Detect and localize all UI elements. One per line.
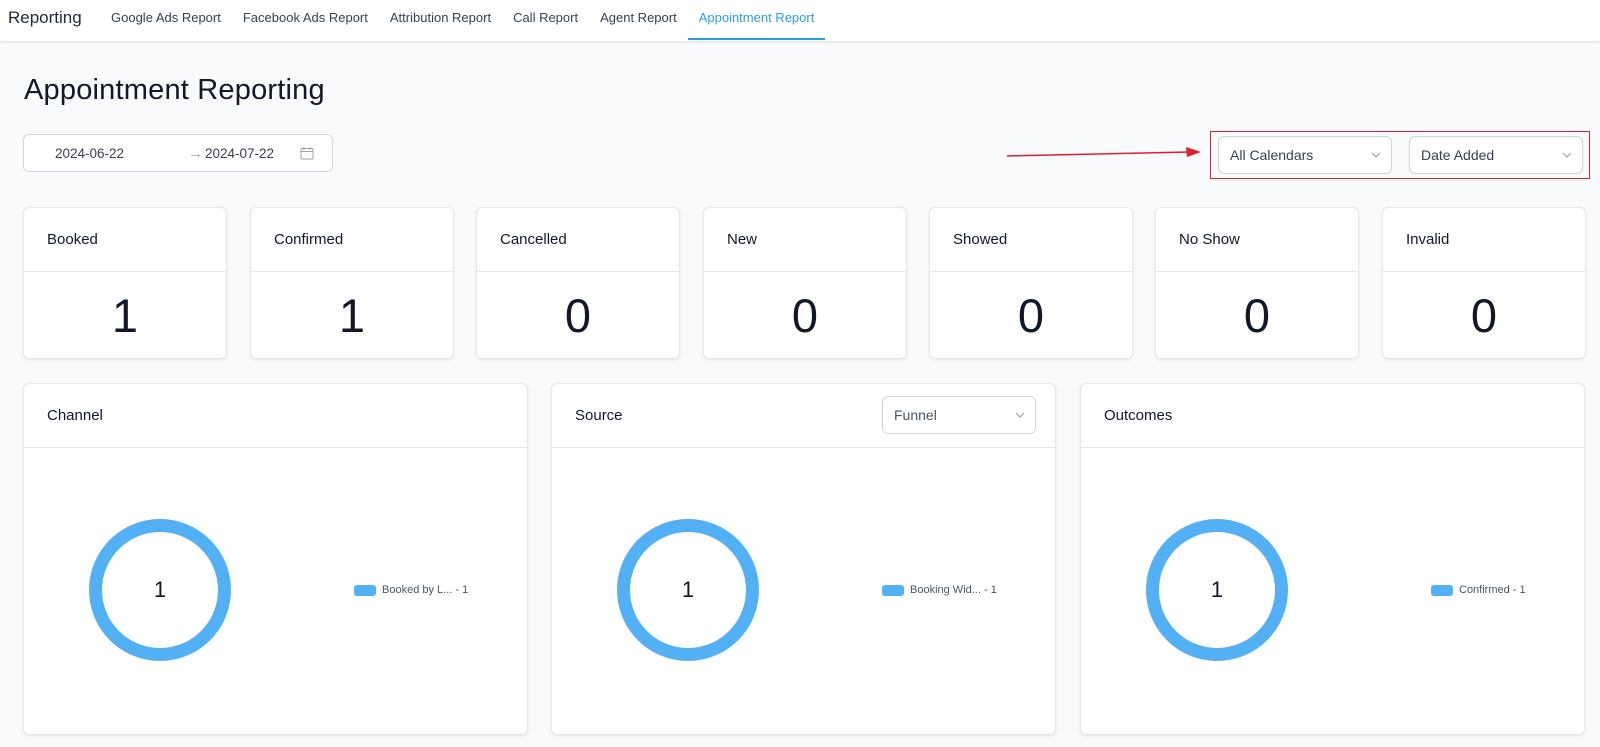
legend-item[interactable]: Booked by L... - 1 (354, 584, 468, 596)
stat-card-new: New 0 (703, 207, 907, 359)
date-type-select[interactable]: Date Added (1409, 136, 1583, 174)
chevron-down-icon (1371, 152, 1381, 158)
divider (930, 271, 1132, 272)
date-end[interactable]: 2024-07-22 (205, 146, 274, 161)
stat-card-showed: Showed 0 (929, 207, 1133, 359)
donut-center-value: 1 (682, 577, 694, 602)
stat-card-cancelled: Cancelled 0 (476, 207, 680, 359)
stat-value: 1 (338, 289, 366, 342)
tab-google-ads-report[interactable]: Google Ads Report (100, 0, 232, 40)
divider (24, 271, 226, 272)
chevron-down-icon (1562, 152, 1572, 158)
legend-label: Booking Wid... - 1 (910, 584, 997, 596)
stat-card-invalid: Invalid 0 (1382, 207, 1586, 359)
legend-label: Confirmed - 1 (1459, 584, 1526, 596)
divider (1081, 447, 1584, 448)
stat-label: Cancelled (500, 231, 567, 248)
calendar-icon (300, 147, 314, 160)
divider (251, 271, 453, 272)
donut-chart-source: 1 (617, 519, 759, 661)
legend-swatch (354, 584, 376, 596)
tab-attribution-report[interactable]: Attribution Report (379, 0, 502, 40)
chevron-down-icon (1015, 412, 1025, 418)
panel-title: Outcomes (1104, 407, 1173, 424)
stat-label: Booked (47, 231, 98, 248)
legend-swatch (1431, 584, 1453, 596)
calendar-select[interactable]: All Calendars (1218, 136, 1392, 174)
stat-value: 0 (564, 289, 592, 342)
source-type-select[interactable]: Funnel (882, 396, 1036, 434)
stat-label: Confirmed (274, 231, 344, 248)
panel-source: Source Funnel 1 Booking Wid... - 1 (551, 383, 1056, 735)
calendar-select-value: All Calendars (1230, 147, 1314, 163)
stat-label: No Show (1179, 231, 1240, 248)
date-start[interactable]: 2024-06-22 (55, 146, 124, 161)
stat-card-booked: Booked 1 (23, 207, 227, 359)
legend-label: Booked by L... - 1 (382, 584, 469, 596)
panel-title: Source (575, 407, 623, 424)
stat-card-confirmed: Confirmed 1 (250, 207, 454, 359)
arrow-right-icon: → (188, 145, 203, 162)
donut-center-value: 1 (154, 577, 166, 602)
tab-facebook-ads-report[interactable]: Facebook Ads Report (232, 0, 379, 40)
stat-label: Invalid (1406, 231, 1450, 248)
stat-label: New (727, 231, 758, 248)
stat-card-no-show: No Show 0 (1155, 207, 1359, 359)
report-tabs: Google Ads Report Facebook Ads Report At… (100, 0, 826, 42)
divider (477, 271, 679, 272)
panel-title: Channel (47, 407, 103, 424)
source-type-select-value: Funnel (894, 407, 937, 423)
panel-outcomes: Outcomes 1 Confirmed - 1 (1080, 383, 1585, 735)
brand-title: Reporting (8, 8, 82, 27)
divider (1383, 271, 1585, 272)
divider (552, 447, 1055, 448)
divider (24, 447, 527, 448)
donut-chart-outcomes: 1 (1146, 519, 1288, 661)
page-title: Appointment Reporting (24, 74, 325, 106)
stat-value: 0 (1017, 289, 1045, 342)
stat-value: 0 (1470, 289, 1498, 342)
donut-chart-channel: 1 (89, 519, 231, 661)
date-type-select-value: Date Added (1421, 147, 1495, 163)
stat-value: 0 (1243, 289, 1271, 342)
legend-item[interactable]: Confirmed - 1 (1431, 584, 1526, 596)
legend-swatch (882, 584, 904, 596)
annotation-arrow (1006, 147, 1201, 157)
tab-appointment-report[interactable]: Appointment Report (687, 0, 826, 40)
donut-center-value: 1 (1211, 577, 1223, 602)
date-range-picker[interactable]: 2024-06-22 → 2024-07-22 (23, 134, 333, 172)
stat-label: Showed (953, 231, 1008, 248)
divider (1156, 271, 1358, 272)
divider (704, 271, 906, 272)
panel-channel: Channel 1 Booked by L... - 1 (23, 383, 528, 735)
stat-value: 1 (111, 289, 139, 342)
tab-call-report[interactable]: Call Report (502, 0, 589, 40)
top-nav: Reporting Google Ads Report Facebook Ads… (0, 0, 1600, 42)
tab-agent-report[interactable]: Agent Report (589, 0, 688, 40)
legend-item[interactable]: Booking Wid... - 1 (882, 584, 997, 596)
stat-value: 0 (791, 289, 819, 342)
